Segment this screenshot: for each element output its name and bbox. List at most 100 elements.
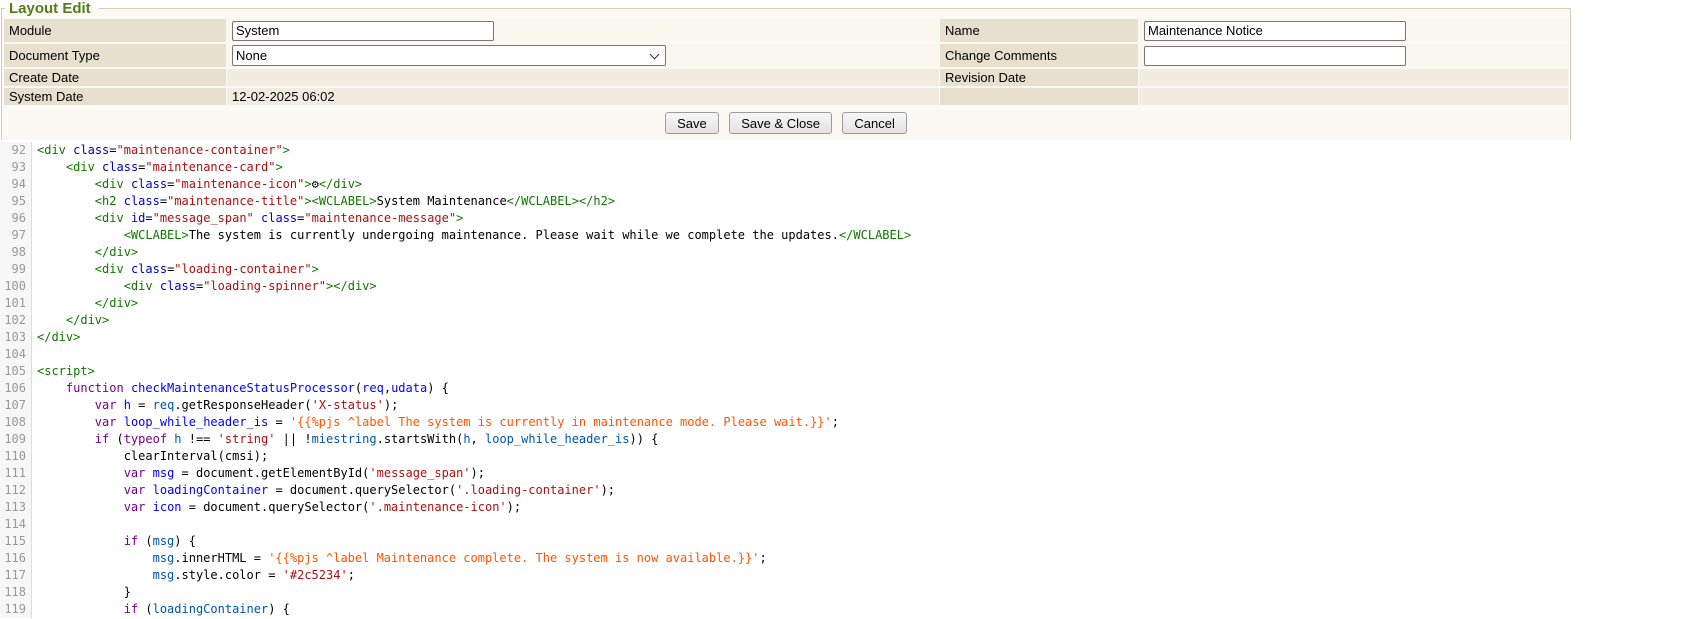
document-type-select[interactable]: None — [232, 45, 666, 66]
code-line[interactable]: 111 var msg = document.getElementById('m… — [0, 465, 1706, 482]
code-line[interactable]: 94 <div class="maintenance-icon">⚙</div> — [0, 176, 1706, 193]
line-number: 93 — [0, 159, 32, 176]
line-number: 117 — [0, 567, 32, 584]
module-input-cell — [227, 19, 939, 42]
code-line[interactable]: 98 </div> — [0, 244, 1706, 261]
code-text — [32, 346, 37, 363]
line-number: 105 — [0, 363, 32, 380]
line-number: 96 — [0, 210, 32, 227]
code-line[interactable]: 102 </div> — [0, 312, 1706, 329]
code-line[interactable]: 112 var loadingContainer = document.quer… — [0, 482, 1706, 499]
code-text: var loadingContainer = document.querySel… — [32, 482, 615, 499]
code-editor[interactable]: 92<div class="maintenance-container">93 … — [0, 142, 1706, 618]
save-button[interactable]: Save — [665, 112, 719, 134]
code-text: var loop_while_header_is = '{{%pjs ^labe… — [32, 414, 839, 431]
change-comments-label: Change Comments — [940, 44, 1138, 67]
line-number: 111 — [0, 465, 32, 482]
code-text: msg.style.color = '#2c5234'; — [32, 567, 355, 584]
line-number: 102 — [0, 312, 32, 329]
code-line[interactable]: 118 } — [0, 584, 1706, 601]
code-line[interactable]: 117 msg.style.color = '#2c5234'; — [0, 567, 1706, 584]
line-number: 119 — [0, 601, 32, 618]
code-line[interactable]: 101 </div> — [0, 295, 1706, 312]
code-line[interactable]: 115 if (msg) { — [0, 533, 1706, 550]
line-number: 100 — [0, 278, 32, 295]
line-number: 106 — [0, 380, 32, 397]
code-text: clearInterval(cmsi); — [32, 448, 268, 465]
code-line[interactable]: 116 msg.innerHTML = '{{%pjs ^label Maint… — [0, 550, 1706, 567]
line-number: 94 — [0, 176, 32, 193]
code-line[interactable]: 114 — [0, 516, 1706, 533]
name-input-cell — [1139, 19, 1568, 42]
code-line[interactable]: 100 <div class="loading-spinner"></div> — [0, 278, 1706, 295]
line-number: 113 — [0, 499, 32, 516]
name-label: Name — [940, 19, 1138, 42]
empty-label — [940, 88, 1138, 105]
form-table-body: ModuleNameDocument Type None Change Commen… — [4, 19, 1568, 105]
code-text: <h2 class="maintenance-title"><WCLABEL>S… — [32, 193, 615, 210]
code-line[interactable]: 99 <div class="loading-container"> — [0, 261, 1706, 278]
empty-value — [1139, 88, 1568, 105]
code-text: function checkMaintenanceStatusProcessor… — [32, 380, 449, 397]
code-text: <div class="loading-container"> — [32, 261, 319, 278]
code-text: <WCLABEL>The system is currently undergo… — [32, 227, 911, 244]
cancel-button[interactable]: Cancel — [842, 112, 906, 134]
line-number: 99 — [0, 261, 32, 278]
button-row: Save Save & Close Cancel — [3, 107, 1569, 140]
code-text: </div> — [32, 295, 138, 312]
code-line[interactable]: 96 <div id="message_span" class="mainten… — [0, 210, 1706, 227]
code-line[interactable]: 105<script> — [0, 363, 1706, 380]
code-line[interactable]: 109 if (typeof h !== 'string' || !miestr… — [0, 431, 1706, 448]
code-line[interactable]: 106 function checkMaintenanceStatusProce… — [0, 380, 1706, 397]
document-type-label: Document Type — [4, 44, 226, 67]
code-line[interactable]: 119 if (loadingContainer) { — [0, 601, 1706, 618]
layout-edit-panel: Layout Edit ModuleNameDocument TypeNoneC… — [1, 0, 1571, 140]
system-date-value: 12-02-2025 06:02 — [227, 88, 939, 105]
code-line[interactable]: 113 var icon = document.querySelector('.… — [0, 499, 1706, 516]
form-row: Create Date Revision Date — [4, 69, 1568, 86]
line-number: 103 — [0, 329, 32, 346]
code-text: <script> — [32, 363, 95, 380]
system-date-label: System Date — [4, 88, 226, 105]
line-number: 114 — [0, 516, 32, 533]
code-text: </div> — [32, 329, 80, 346]
save-close-button[interactable]: Save & Close — [729, 112, 832, 134]
code-text: if (loadingContainer) { — [32, 601, 290, 618]
form-row: ModuleName — [4, 19, 1568, 42]
code-line[interactable]: 97 <WCLABEL>The system is currently unde… — [0, 227, 1706, 244]
code-text: if (typeof h !== 'string' || !miestring.… — [32, 431, 658, 448]
code-line[interactable]: 108 var loop_while_header_is = '{{%pjs ^… — [0, 414, 1706, 431]
code-line[interactable]: 107 var h = req.getResponseHeader('X-sta… — [0, 397, 1706, 414]
document-type-select-cell: None — [227, 44, 939, 67]
code-text: <div id="message_span" class="maintenanc… — [32, 210, 463, 227]
line-number: 110 — [0, 448, 32, 465]
line-number: 116 — [0, 550, 32, 567]
code-text: var msg = document.getElementById('messa… — [32, 465, 485, 482]
code-text: } — [32, 584, 131, 601]
code-text: <div class="maintenance-card"> — [32, 159, 283, 176]
code-line[interactable]: 110 clearInterval(cmsi); — [0, 448, 1706, 465]
code-line[interactable]: 104 — [0, 346, 1706, 363]
code-text: <div class="maintenance-container"> — [32, 142, 290, 159]
code-line[interactable]: 92<div class="maintenance-container"> — [0, 142, 1706, 159]
line-number: 118 — [0, 584, 32, 601]
revision-date-label: Revision Date — [940, 69, 1138, 86]
line-number: 95 — [0, 193, 32, 210]
code-line[interactable]: 103</div> — [0, 329, 1706, 346]
line-number: 107 — [0, 397, 32, 414]
code-text: msg.innerHTML = '{{%pjs ^label Maintenan… — [32, 550, 767, 567]
line-number: 112 — [0, 482, 32, 499]
form-row: System Date12-02-2025 06:02 — [4, 88, 1568, 105]
code-line[interactable]: 93 <div class="maintenance-card"> — [0, 159, 1706, 176]
change-comments-input[interactable] — [1144, 46, 1406, 66]
line-number: 104 — [0, 346, 32, 363]
module-input[interactable] — [232, 21, 494, 41]
code-text: </div> — [32, 312, 109, 329]
line-number: 108 — [0, 414, 32, 431]
code-text: var icon = document.querySelector('.main… — [32, 499, 521, 516]
line-number: 115 — [0, 533, 32, 550]
name-input[interactable] — [1144, 21, 1406, 41]
code-line[interactable]: 95 <h2 class="maintenance-title"><WCLABE… — [0, 193, 1706, 210]
create-date-label: Create Date — [4, 69, 226, 86]
line-number: 109 — [0, 431, 32, 448]
